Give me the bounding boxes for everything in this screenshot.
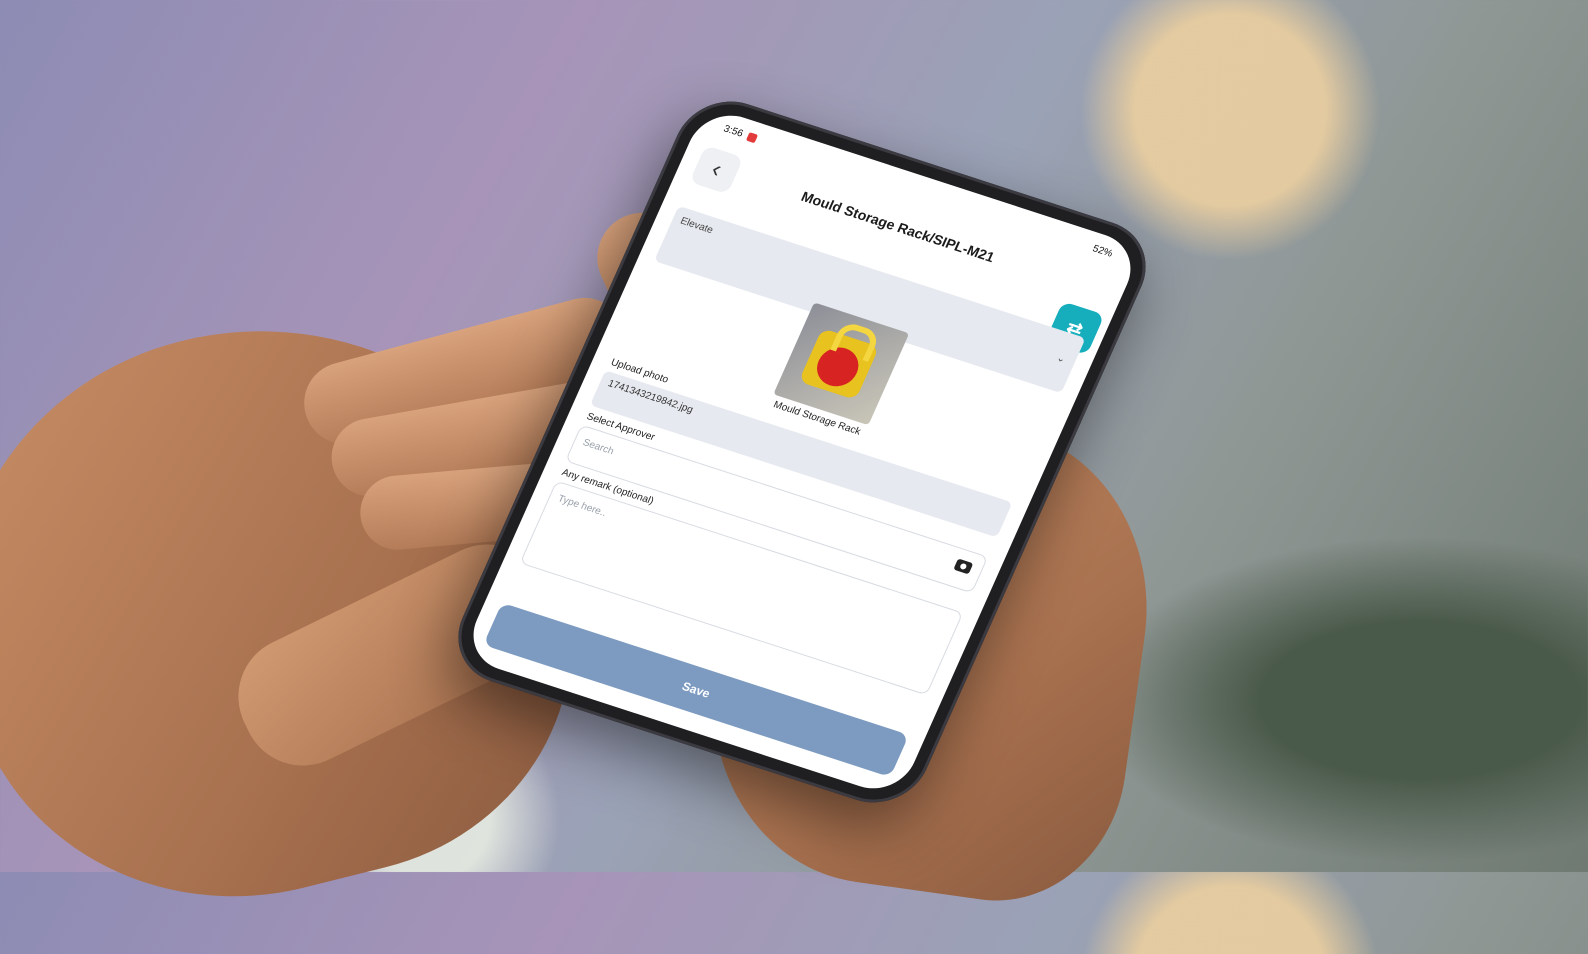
recording-indicator-icon [746,131,759,143]
chevron-left-icon: ‹ [707,155,726,183]
approver-search-placeholder: Search [580,437,616,458]
battery-level: 52% [1090,242,1115,260]
remark-placeholder: Type here.. [555,493,608,519]
camera-icon[interactable] [953,558,974,575]
back-button[interactable]: ‹ [689,145,744,195]
status-time: 3:56 [721,123,745,140]
status-dropdown-value: Elevate [678,215,715,237]
chevron-down-icon: ⌄ [1054,352,1068,366]
